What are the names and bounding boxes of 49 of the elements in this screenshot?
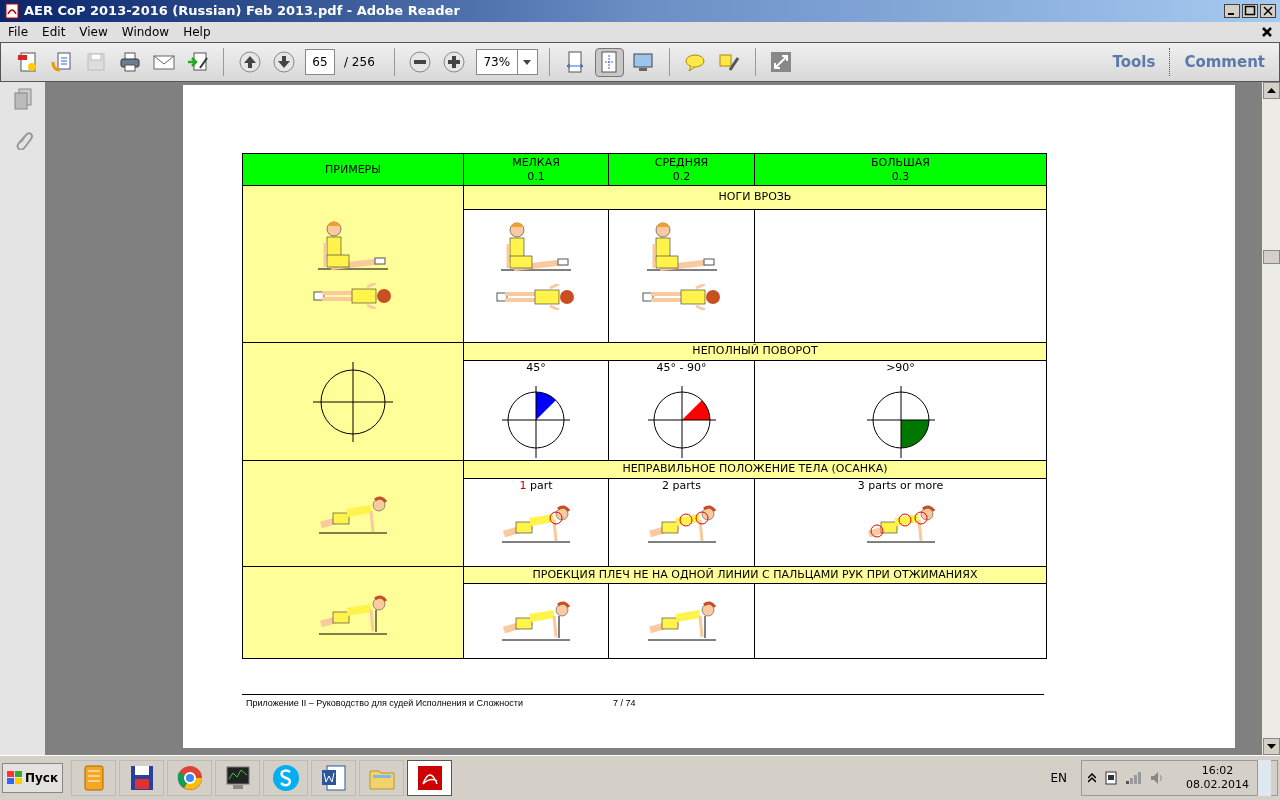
language-indicator[interactable]: EN	[1050, 769, 1067, 787]
menu-item[interactable]: File	[8, 23, 29, 41]
menu-item[interactable]: Edit	[42, 23, 66, 41]
show-hidden-icons-chevron-icon[interactable]	[1088, 773, 1096, 783]
column-header: ПРИМЕРЫ	[325, 162, 381, 177]
device-icon[interactable]	[1104, 770, 1118, 786]
taskbar-app-button[interactable]	[311, 760, 357, 796]
cell-label: >90°	[886, 361, 915, 374]
fit-page-button[interactable]	[594, 47, 624, 77]
cell-label: 45° - 90°	[656, 361, 707, 374]
section-title: НЕПРАВИЛЬНОЕ ПОЛОЖЕНИЕ ТЕЛА (ОСАНКА)	[622, 462, 888, 475]
column-value: 0.3	[891, 169, 910, 184]
window-title: AER CoP 2013-2016 (Russian) Feb 2013.pdf - Adobe Reader	[24, 2, 460, 21]
signal-bars-icon[interactable]	[1126, 772, 1142, 784]
zoom-dropdown-button[interactable]	[517, 49, 538, 75]
close-button[interactable]	[1260, 4, 1276, 18]
cell-label: 1 part	[519, 478, 553, 492]
column-value: 0.1	[527, 169, 545, 184]
menu-item[interactable]: Window	[121, 23, 170, 41]
column-header: БОЛЬШАЯ	[871, 155, 930, 170]
taskbar-app-button[interactable]	[119, 760, 165, 796]
page-total: / 256	[344, 54, 375, 71]
menu-item[interactable]: Help	[183, 23, 211, 41]
section-title: ПРОЕКЦИЯ ПЛЕЧ НЕ НА ОДНОЙ ЛИНИИ С ПАЛЬЦАМИ РУК ПРИ ОТЖИМАНИЯХ	[532, 567, 978, 581]
pdf-icon	[4, 3, 20, 19]
windows-logo-icon	[7, 771, 23, 785]
page-counter: 7 / 74	[612, 697, 636, 710]
footer-text: Приложение II – Руководство для судей Исполнения и Сложности	[246, 697, 523, 710]
section-title: НЕПОЛНЫЙ ПОВОРОТ	[692, 344, 818, 358]
menu-item[interactable]: View	[79, 23, 108, 41]
caret-icon	[523, 59, 532, 65]
cell-label: 2 parts	[662, 478, 701, 492]
column-header: МЕЛКАЯ	[512, 155, 560, 170]
close-document-icon[interactable]	[1262, 27, 1272, 37]
column-value: 0.2	[672, 169, 691, 184]
start-button[interactable]: Пуск	[2, 763, 64, 793]
maximize-button[interactable]	[1242, 4, 1258, 18]
cell-label: 3 parts or more	[857, 478, 944, 492]
minimize-button[interactable]	[1224, 4, 1240, 18]
scroll-thumb[interactable]	[1262, 250, 1280, 264]
page-number-field[interactable]: 65	[305, 49, 335, 75]
taskbar-app-button[interactable]	[407, 760, 453, 796]
taskbar-app-button[interactable]	[215, 760, 261, 796]
clock-time[interactable]: 16:02	[1201, 764, 1234, 778]
cell-label: 45°	[526, 361, 546, 374]
clock-date[interactable]: 08.02.2014	[1186, 778, 1249, 792]
zoom-field[interactable]: 73%	[475, 49, 518, 75]
section-title: НОГИ ВРОЗЬ	[718, 190, 792, 204]
column-header: СРЕДНЯЯ	[654, 155, 709, 170]
